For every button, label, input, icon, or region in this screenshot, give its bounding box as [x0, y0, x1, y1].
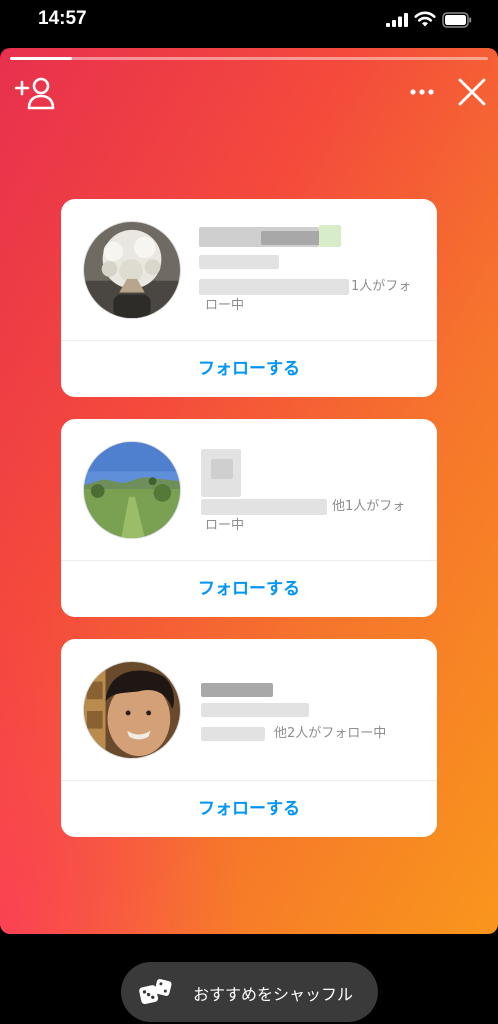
mutual-blur [199, 279, 349, 295]
suggestion-card: 1人がフォ ロー中 フォローする [61, 199, 437, 397]
signal-icon [386, 13, 408, 27]
add-friend-icon[interactable] [14, 76, 58, 110]
status-time: 14:57 [38, 8, 87, 29]
close-icon[interactable] [456, 76, 488, 108]
mutual-blur [201, 499, 327, 515]
mutual-followers-text: 他2人がフォロー中 [274, 726, 387, 741]
story-progress-fill [10, 57, 73, 60]
shuffle-label: おすすめをシャッフル [193, 985, 354, 1004]
username-blur [211, 459, 233, 479]
follow-button[interactable]: フォローする [61, 781, 437, 837]
wifi-icon [414, 11, 436, 27]
username-blur [319, 225, 341, 247]
mutual-blur [201, 727, 265, 741]
mutual-followers-text-wrap: ロー中 [205, 518, 245, 533]
mutual-followers-text: 1人がフォ [351, 279, 412, 294]
avatar[interactable] [83, 661, 181, 759]
mutual-followers-text: 他1人がフォ [332, 499, 406, 514]
story-progress-bar [10, 57, 488, 60]
mutual-followers-text-wrap: ロー中 [205, 298, 245, 313]
dice-icon [139, 978, 172, 1005]
status-bar: 14:57 [0, 0, 498, 44]
suggestion-card: 他1人がフォ ロー中 フォローする [61, 419, 437, 617]
name-blur [201, 703, 309, 717]
battery-icon [442, 12, 472, 28]
shuffle-suggestions-button[interactable]: おすすめをシャッフル [121, 962, 378, 1022]
avatar[interactable] [83, 441, 181, 539]
name-blur [199, 255, 279, 269]
more-icon[interactable] [408, 86, 436, 98]
follow-button[interactable]: フォローする [61, 341, 437, 397]
suggestion-card: 他2人がフォロー中 フォローする [61, 639, 437, 837]
avatar[interactable] [83, 221, 181, 319]
username-blur [201, 683, 273, 697]
username-blur [261, 231, 321, 245]
follow-button[interactable]: フォローする [61, 561, 437, 617]
